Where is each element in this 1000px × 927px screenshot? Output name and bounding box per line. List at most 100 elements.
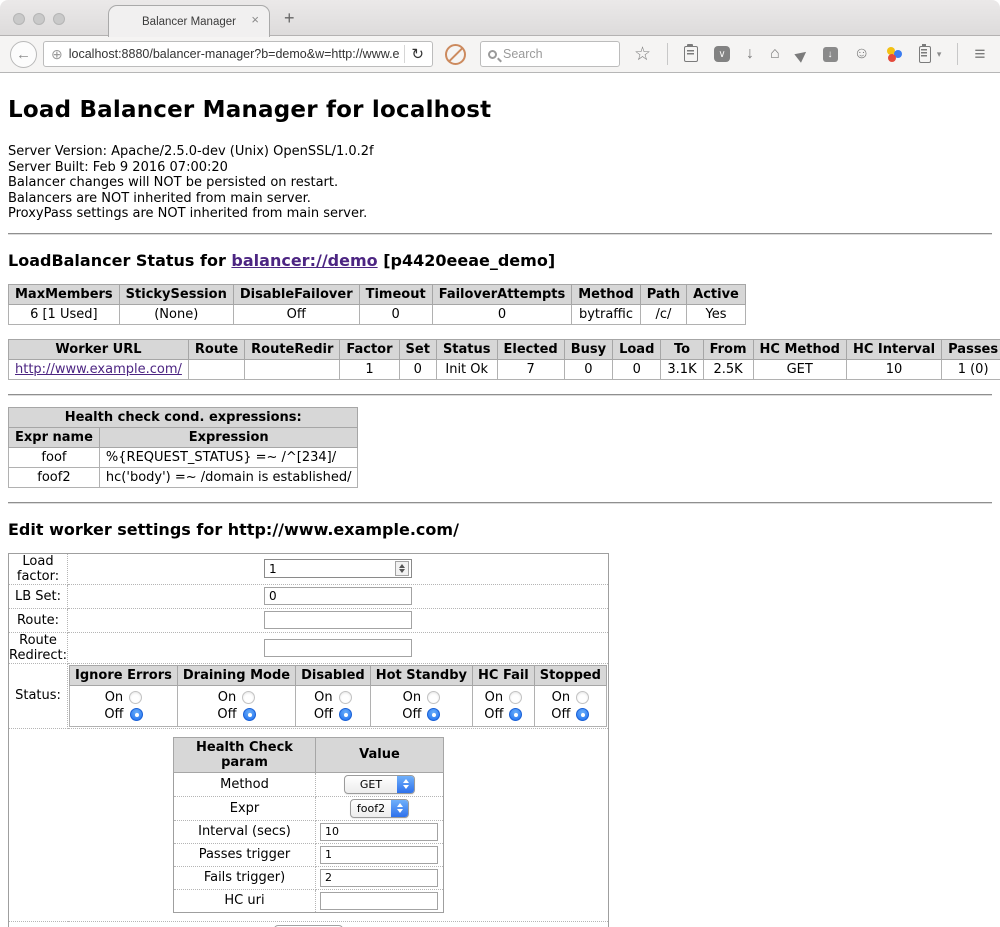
search-input[interactable]: Search xyxy=(480,41,620,67)
status-on-radio[interactable] xyxy=(339,691,352,704)
status-on-radio[interactable] xyxy=(242,691,255,704)
tab-close-icon[interactable]: × xyxy=(251,13,259,26)
status-off-radio[interactable] xyxy=(339,708,352,721)
hc-uri-input[interactable] xyxy=(320,892,438,910)
route-label: Route: xyxy=(9,608,68,632)
home-icon[interactable]: ⌂ xyxy=(770,46,780,62)
status-on-radio[interactable] xyxy=(576,691,589,704)
expr-selected-value: foof2 xyxy=(351,802,391,815)
status-on-radio[interactable] xyxy=(129,691,142,704)
status-off-radio[interactable] xyxy=(243,708,256,721)
reload-icon[interactable]: ↻ xyxy=(407,45,432,63)
plugin-blocked-icon[interactable] xyxy=(445,44,466,65)
lb-status-suffix: [p4420eeae_demo] xyxy=(378,251,556,270)
lb-set-label: LB Set: xyxy=(9,584,68,608)
col-worker-url: Worker URL xyxy=(9,339,189,359)
col-expression: Expression xyxy=(99,427,358,447)
worker-row: http://www.example.com/ 1 0 Init Ok 7 0 … xyxy=(9,359,1000,379)
separator xyxy=(8,233,992,235)
off-label: Off xyxy=(314,707,333,722)
interval-input[interactable] xyxy=(320,823,438,841)
balancer-demo-link[interactable]: balancer://demo xyxy=(231,251,377,270)
number-stepper-icon[interactable] xyxy=(395,561,409,576)
table-row: 6 [1 Used] (None) Off 0 0 bytraffic /c/ … xyxy=(9,304,746,324)
window-close-button[interactable] xyxy=(13,13,25,25)
expr-select[interactable]: foof2 xyxy=(350,799,409,818)
reading-list-icon[interactable] xyxy=(684,46,698,62)
cell-expr-name: foof xyxy=(9,447,100,467)
hamburger-menu-icon[interactable]: ≡ xyxy=(974,45,985,64)
new-tab-button[interactable]: + xyxy=(284,8,295,29)
col-draining-mode: Draining Mode xyxy=(177,665,295,685)
tab-bar: Balancer Manager × + xyxy=(0,0,1000,36)
lb-status-heading: LoadBalancer Status for balancer://demo … xyxy=(8,251,992,270)
load-factor-input[interactable] xyxy=(264,559,412,578)
server-built-line: Server Built: Feb 9 2016 07:00:20 xyxy=(8,160,992,176)
worker-url-link[interactable]: http://www.example.com/ xyxy=(15,362,182,377)
col-hot-standby: Hot Standby xyxy=(370,665,472,685)
toolbar-icons: ☆ ∨ ↓ ⌂ ▶ ↓ ☺ ▾ ≡ ▦ xyxy=(634,43,1000,65)
status-off-radio[interactable] xyxy=(509,708,522,721)
worker-status-table: Worker URL Route RouteRedir Factor Set S… xyxy=(8,339,1000,380)
on-label: On xyxy=(218,690,236,705)
downloads-icon[interactable]: ↓ xyxy=(746,46,754,62)
status-on-radio[interactable] xyxy=(509,691,522,704)
col-route: Route xyxy=(188,339,244,359)
tab-title: Balancer Manager xyxy=(142,16,236,28)
fails-label: Fails trigger) xyxy=(174,866,316,889)
cell-timeout: 0 xyxy=(359,304,432,324)
hc-header-row: Health Check param Value xyxy=(174,737,444,772)
method-select[interactable]: GET xyxy=(344,775,415,794)
hc-row-interval: Interval (secs) xyxy=(174,820,444,843)
cell-from: 2.5K xyxy=(703,359,753,379)
window-minimize-button[interactable] xyxy=(33,13,45,25)
save-panel-icon[interactable]: ↓ xyxy=(823,47,838,62)
table-header-row: MaxMembers StickySession DisableFailover… xyxy=(9,284,746,304)
col-factor: Factor xyxy=(340,339,399,359)
on-label: On xyxy=(314,690,332,705)
off-label: Off xyxy=(551,707,570,722)
globe-icon: ⊕ xyxy=(44,46,69,63)
route-redirect-input[interactable] xyxy=(264,639,412,657)
col-hc-method: HC Method xyxy=(753,339,846,359)
status-cell-hc-fail: On Off xyxy=(473,685,535,726)
status-off-radio[interactable] xyxy=(427,708,440,721)
smiley-feedback-icon[interactable]: ☺ xyxy=(854,46,870,62)
lb-set-input[interactable] xyxy=(264,587,412,605)
load-factor-field[interactable] xyxy=(265,560,393,577)
browser-tab[interactable]: Balancer Manager × xyxy=(108,5,270,37)
send-plane-icon[interactable]: ▶ xyxy=(792,44,811,64)
col-from: From xyxy=(703,339,753,359)
table-header-row: Worker URL Route RouteRedir Factor Set S… xyxy=(9,339,1000,359)
pocket-icon[interactable]: ∨ xyxy=(714,46,730,62)
bookmark-star-icon[interactable]: ☆ xyxy=(634,45,651,64)
cell-route xyxy=(188,359,244,379)
form-row-route: Route: xyxy=(9,608,609,632)
route-input[interactable] xyxy=(264,611,412,629)
status-cell-ignore-errors: On Off xyxy=(70,685,178,726)
status-radio-row: On Off On Off On Off xyxy=(70,685,607,726)
window-zoom-button[interactable] xyxy=(53,13,65,25)
status-cell-draining-mode: On Off xyxy=(177,685,295,726)
col-load: Load xyxy=(613,339,661,359)
fails-input[interactable] xyxy=(320,869,438,887)
status-off-radio[interactable] xyxy=(576,708,589,721)
dropdown-caret-icon[interactable]: ▾ xyxy=(937,49,942,60)
battery-clipboard-icon[interactable] xyxy=(919,46,931,63)
back-button[interactable]: ← xyxy=(10,41,37,68)
cell-active: Yes xyxy=(687,304,746,324)
col-status: Status xyxy=(436,339,497,359)
status-on-radio[interactable] xyxy=(427,691,440,704)
cell-expression: %{REQUEST_STATUS} =~ /^[234]/ xyxy=(99,447,358,467)
col-busy: Busy xyxy=(564,339,612,359)
balancer-status-table: MaxMembers StickySession DisableFailover… xyxy=(8,284,746,325)
colored-dots-icon[interactable] xyxy=(886,46,903,62)
passes-input[interactable] xyxy=(320,846,438,864)
col-disabled: Disabled xyxy=(296,665,371,685)
hc-row-method: Method GET xyxy=(174,772,444,796)
url-bar[interactable]: ⊕ localhost:8880/balancer-manager?b=demo… xyxy=(43,41,433,67)
method-label: Method xyxy=(174,772,316,796)
form-row-route-redirect: Route Redirect: xyxy=(9,632,609,663)
form-row-lb-set: LB Set: xyxy=(9,584,609,608)
status-off-radio[interactable] xyxy=(130,708,143,721)
